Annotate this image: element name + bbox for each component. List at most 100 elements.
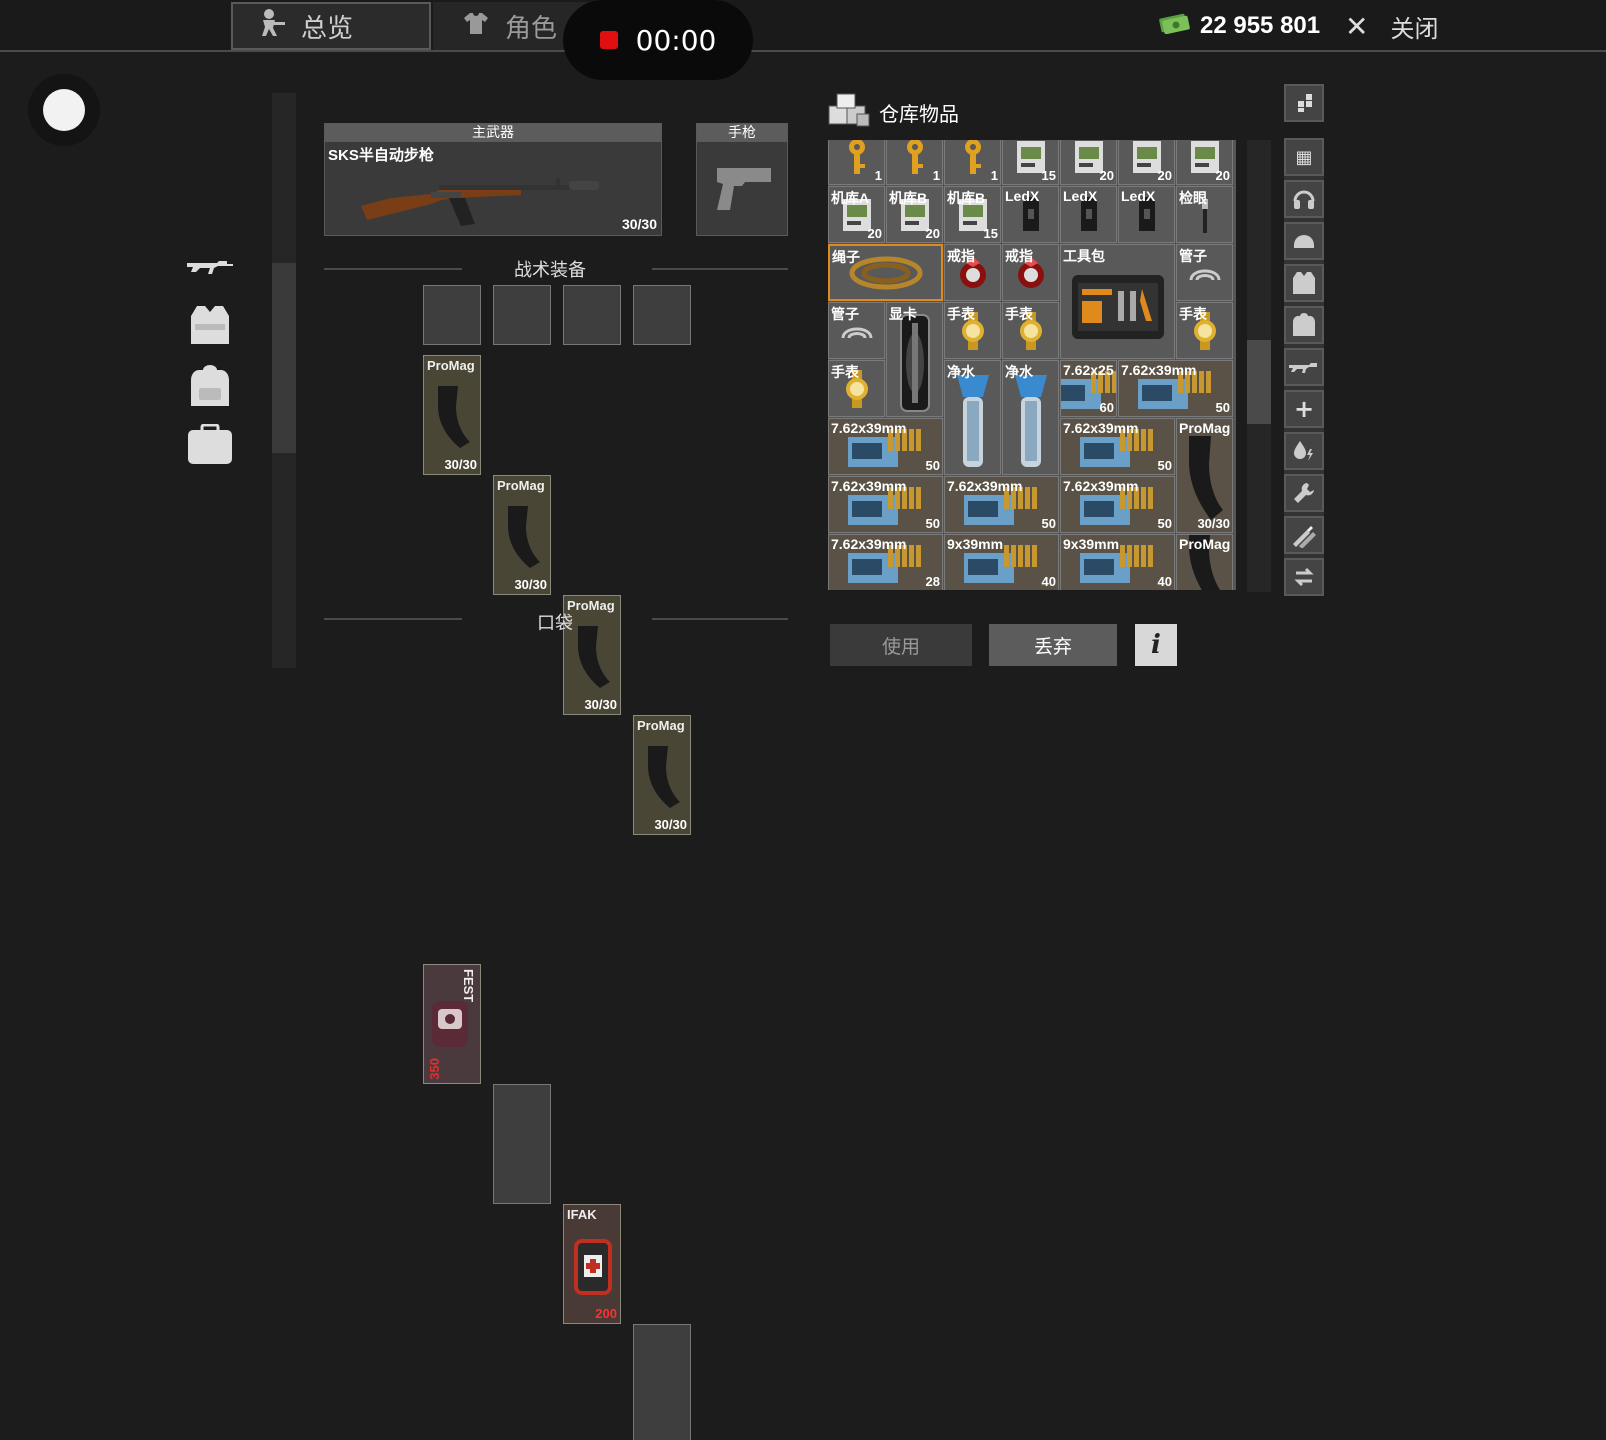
item-name: 管子 <box>831 306 859 322</box>
tactical-slot[interactable] <box>563 285 621 345</box>
storage-item[interactable]: 7.62x39mm 50 <box>944 476 1059 533</box>
tactical-gear-title: 战术装备 <box>514 260 586 281</box>
magazine-slot[interactable]: ProMag 30/30 <box>633 715 691 835</box>
storage-item[interactable]: 7.62x39mm 50 <box>1060 476 1175 533</box>
filter-all[interactable]: ▦ <box>1284 138 1324 176</box>
magazine-count: 30/30 <box>444 457 477 472</box>
pistol-slot[interactable]: 手枪 <box>696 123 788 236</box>
storage-item[interactable]: 7.62x39mm 50 <box>1060 418 1175 475</box>
storage-item[interactable]: ProMag <box>1176 534 1233 590</box>
storage-item[interactable]: 显卡 <box>886 302 943 417</box>
storage-item[interactable]: 20 <box>1176 140 1233 185</box>
pocket-slot[interactable] <box>493 1084 551 1204</box>
storage-item[interactable]: 机库B 20 <box>886 186 943 243</box>
storage-item[interactable]: 手表 <box>828 360 885 417</box>
item-name: 7.62x39mm <box>831 536 907 552</box>
consumable-icon <box>1294 441 1313 461</box>
filter-consumable[interactable] <box>1284 432 1324 470</box>
filter-swap[interactable] <box>1284 558 1324 596</box>
storage-item[interactable]: LedX <box>1118 186 1175 243</box>
pocket-slot-fest[interactable]: FEST 350 <box>423 964 481 1084</box>
grid-all-icon: ▦ <box>1295 146 1313 168</box>
storage-item[interactable]: 手表 <box>944 302 1001 359</box>
storage-item[interactable]: 7.62x39mm 28 <box>828 534 943 590</box>
screen-record-indicator[interactable]: 00:00 <box>563 0 753 80</box>
loadout-scroll-thumb[interactable] <box>272 263 296 453</box>
filter-headset[interactable] <box>1284 180 1324 218</box>
case-category-icon[interactable] <box>186 424 234 466</box>
storage-item[interactable]: 管子 <box>828 302 885 359</box>
joystick-knob[interactable] <box>43 89 85 131</box>
storage-item[interactable]: ProMag 30/30 <box>1176 418 1233 533</box>
storage-item[interactable]: 1 <box>828 140 885 185</box>
filter-backpack[interactable] <box>1284 306 1324 344</box>
backpack-category-icon[interactable] <box>186 364 234 408</box>
storage-item[interactable]: 15 <box>1002 140 1059 185</box>
tactical-slot[interactable] <box>423 285 481 345</box>
backpack-icon <box>1293 313 1315 336</box>
item-quantity: 1 <box>874 168 882 183</box>
storage-item[interactable]: 7.62x25 60 <box>1060 360 1117 417</box>
wrench-icon <box>1294 483 1314 503</box>
storage-item[interactable]: 戒指 <box>944 244 1001 301</box>
storage-item[interactable]: 1 <box>886 140 943 185</box>
use-button[interactable]: 使用 <box>830 624 972 666</box>
joystick[interactable] <box>28 74 100 146</box>
storage-item[interactable]: 7.62x39mm 50 <box>828 476 943 533</box>
storage-item[interactable]: 手表 <box>1002 302 1059 359</box>
item-name: 手表 <box>1179 306 1207 322</box>
filter-medical[interactable]: + <box>1284 390 1324 428</box>
close-icon: ✕ <box>1345 9 1369 43</box>
magazine-slot[interactable]: ProMag 30/30 <box>493 475 551 595</box>
storage-item[interactable]: 管子 <box>1176 244 1233 301</box>
storage-item[interactable]: 机库A 20 <box>828 186 885 243</box>
storage-item[interactable]: 净水 <box>944 360 1001 475</box>
storage-grid[interactable]: 1 1 1 15 20 20 20 机库A 20 机库B 20 机库B 15 LedX LedX LedX 检眼… <box>828 140 1236 590</box>
info-button[interactable]: i <box>1135 624 1177 666</box>
storage-scroll-thumb[interactable] <box>1247 340 1271 424</box>
discard-button[interactable]: 丢弃 <box>989 624 1117 666</box>
item-name: 手表 <box>947 306 975 322</box>
storage-item[interactable]: 9x39mm 40 <box>1060 534 1175 590</box>
magazine-label: ProMag <box>637 718 685 733</box>
item-quantity: 40 <box>1041 574 1056 589</box>
filter-ammo[interactable] <box>1284 516 1324 554</box>
tactical-slot[interactable] <box>493 285 551 345</box>
tab-overview-label: 总览 <box>301 13 354 44</box>
storage-item[interactable]: 9x39mm 40 <box>944 534 1059 590</box>
storage-item[interactable]: 7.62x39mm 50 <box>1118 360 1233 417</box>
pocket-slot[interactable] <box>633 1324 691 1440</box>
pocket-slot-ifak[interactable]: IFAK 200 <box>563 1204 621 1324</box>
storage-item[interactable]: 净水 <box>1002 360 1059 475</box>
item-name: 工具包 <box>1063 248 1105 264</box>
storage-item[interactable]: 7.62x39mm 50 <box>828 418 943 475</box>
filter-vest[interactable] <box>1284 264 1324 302</box>
tab-overview[interactable]: 总览 <box>231 2 431 50</box>
storage-item[interactable]: LedX <box>1002 186 1059 243</box>
item-name: 绳子 <box>832 249 860 265</box>
storage-item[interactable]: 手表 <box>1176 302 1233 359</box>
filter-helmet[interactable] <box>1284 222 1324 260</box>
storage-item[interactable]: 检眼 <box>1176 186 1233 243</box>
tactical-slot[interactable] <box>633 285 691 345</box>
rifle-category-icon[interactable] <box>186 256 234 274</box>
storage-item[interactable]: 机库B 15 <box>944 186 1001 243</box>
close-button[interactable]: ✕ 关闭 <box>1345 8 1438 44</box>
storage-item[interactable]: 工具包 <box>1060 244 1175 359</box>
magazine-slot[interactable]: ProMag 30/30 <box>423 355 481 475</box>
storage-item[interactable]: 绳子 <box>828 244 943 301</box>
storage-item[interactable]: 1 <box>944 140 1001 185</box>
storage-item[interactable]: 戒指 <box>1002 244 1059 301</box>
primary-weapon-slot[interactable]: 主武器 SKS半自动步枪 30/30 <box>324 123 662 236</box>
money-amount: 22 955 801 <box>1200 12 1321 39</box>
sort-button[interactable] <box>1284 84 1324 122</box>
vest-category-icon[interactable] <box>186 302 234 348</box>
filter-weapon[interactable] <box>1284 348 1324 386</box>
swap-icon <box>1294 567 1314 587</box>
ifak-label: IFAK <box>567 1207 597 1222</box>
storage-item[interactable]: 20 <box>1118 140 1175 185</box>
storage-item[interactable]: 20 <box>1060 140 1117 185</box>
storage-item[interactable]: LedX <box>1060 186 1117 243</box>
filter-tools[interactable] <box>1284 474 1324 512</box>
magazine-icon <box>648 746 680 808</box>
